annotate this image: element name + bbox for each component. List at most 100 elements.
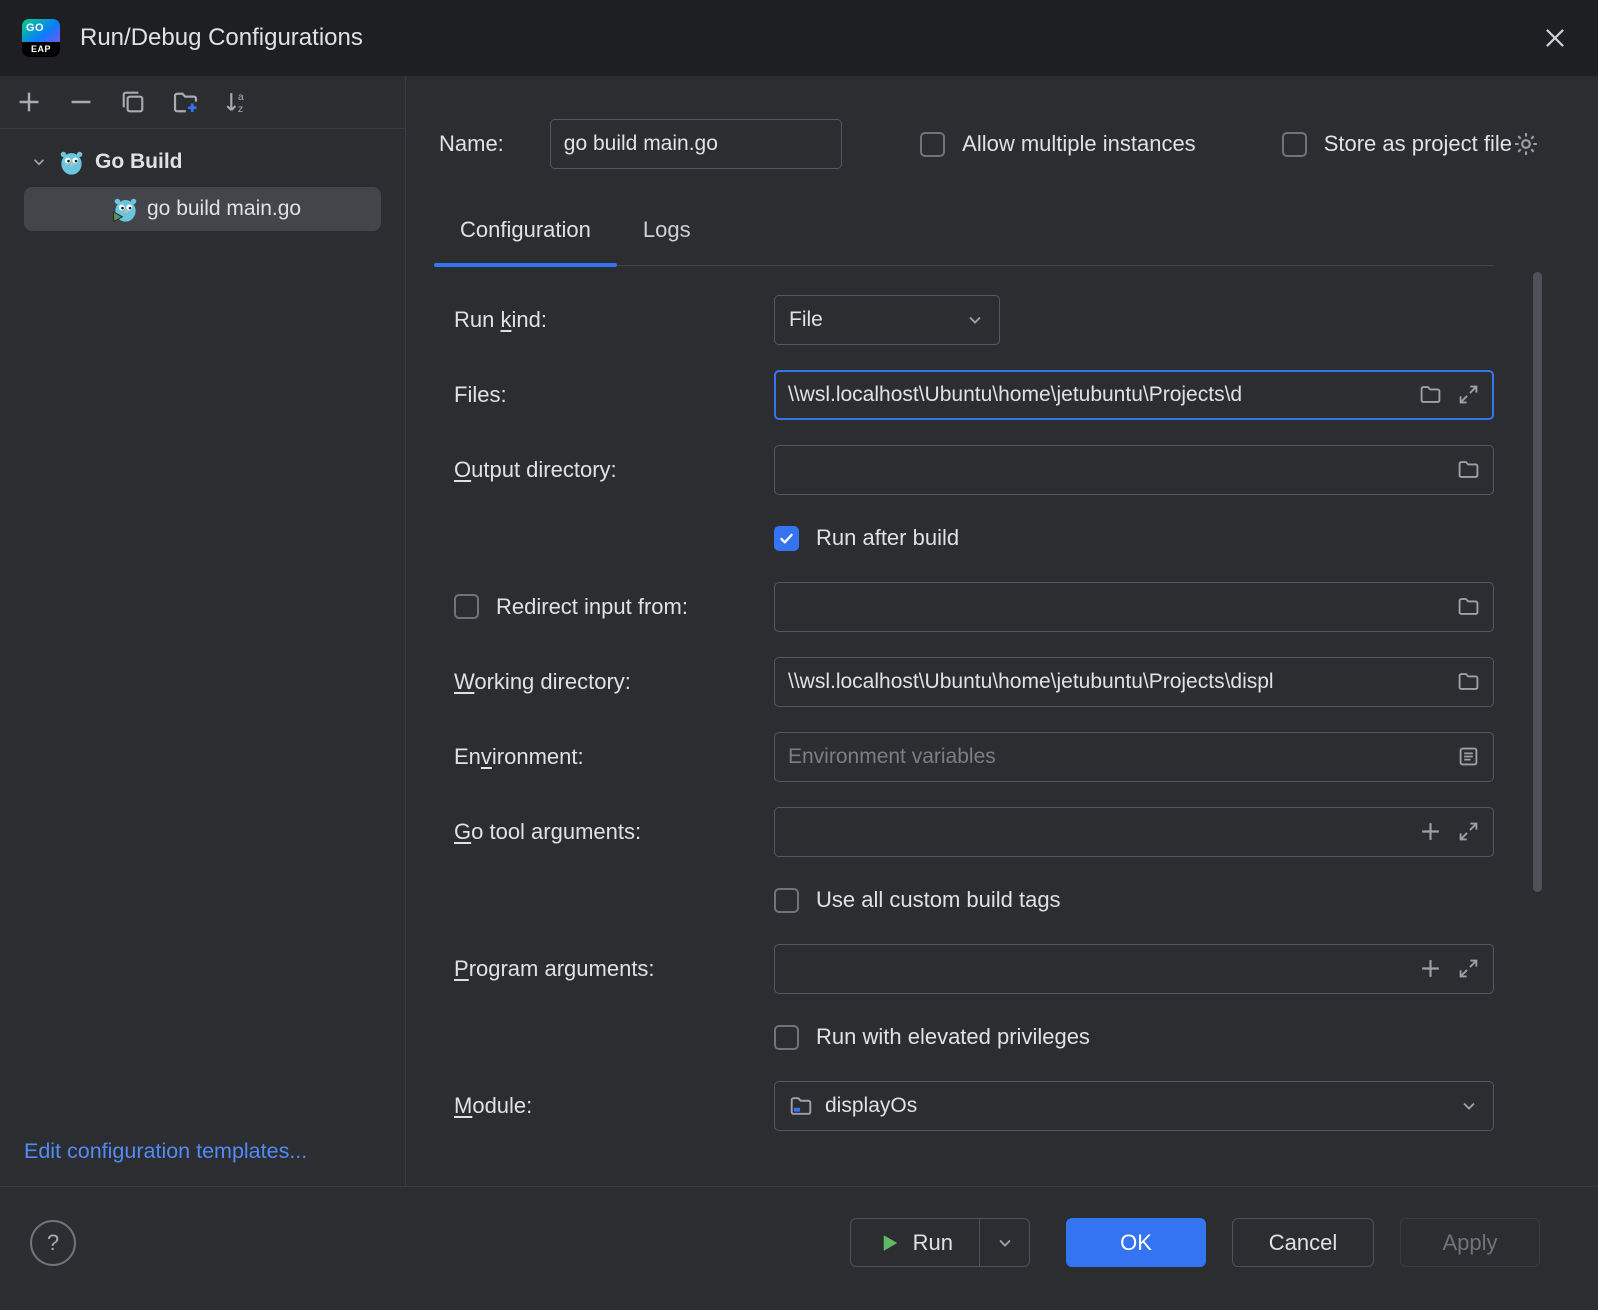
dialog-footer: ? Run OK Cancel Apply [0, 1186, 1598, 1310]
play-icon [877, 1231, 901, 1255]
expand-field-icon[interactable] [1457, 957, 1480, 980]
environment-variables-list-icon[interactable] [1457, 745, 1480, 768]
name-row: Name: Allow multiple instances Store as … [439, 119, 1540, 169]
go-tool-arguments-field-wrapper [774, 806, 1494, 857]
expand-field-icon[interactable] [1457, 383, 1480, 406]
files-label: Files: [454, 381, 507, 407]
cancel-button[interactable]: Cancel [1232, 1218, 1374, 1267]
output-directory-label: Output directory: [454, 456, 617, 482]
tree-group-label: Go Build [95, 150, 183, 173]
new-folder-button[interactable] [170, 87, 200, 117]
go-tool-arguments-label: Go tool arguments: [454, 818, 642, 844]
run-kind-row: Run kind: File [434, 282, 1494, 357]
tab-logs[interactable]: Logs [617, 205, 717, 265]
run-with-elevated-privileges-checkbox[interactable]: Run with elevated privileges [774, 1024, 1090, 1050]
run-after-build-checkbox[interactable]: Run after build [774, 525, 959, 551]
module-folder-icon [789, 1094, 813, 1118]
tab-configuration[interactable]: Configuration [434, 205, 617, 267]
run-debug-configurations-dialog: GO EAP Run/Debug Configurations Go Build… [0, 0, 1598, 1310]
sort-configurations-button[interactable] [222, 87, 252, 117]
store-as-project-file-settings-button[interactable] [1512, 130, 1540, 158]
working-directory-input[interactable] [788, 669, 1442, 694]
checkbox-label: Allow multiple instances [962, 131, 1196, 156]
chevron-down-icon [995, 1233, 1015, 1253]
ok-button[interactable]: OK [1066, 1218, 1206, 1267]
files-input[interactable] [788, 382, 1404, 407]
tabs: Configuration Logs [434, 205, 1494, 267]
chevron-down-icon[interactable] [30, 153, 48, 171]
store-as-project-file-checkbox[interactable]: Store as project file [1281, 131, 1512, 157]
window-title: Run/Debug Configurations [80, 24, 363, 51]
module-row: Module: displayOs [434, 1068, 1494, 1143]
browse-folder-icon[interactable] [1457, 595, 1480, 618]
environment-input[interactable] [788, 744, 1442, 769]
add-icon [16, 89, 42, 115]
checkbox-label: Use all custom build tags [816, 887, 1061, 912]
redirect-input-checkbox[interactable]: Redirect input from: [454, 594, 688, 620]
redirect-input-input[interactable] [788, 594, 1442, 619]
name-input[interactable] [563, 132, 829, 156]
remove-configuration-button[interactable] [66, 87, 96, 117]
output-directory-row: Output directory: [434, 432, 1494, 507]
vertical-scrollbar[interactable] [1533, 272, 1542, 892]
run-kind-select[interactable]: File [774, 294, 1000, 345]
output-directory-input[interactable] [788, 457, 1442, 482]
module-select[interactable]: displayOs [774, 1080, 1494, 1131]
working-directory-row: Working directory: [434, 644, 1494, 719]
checkbox-box [920, 131, 946, 157]
dialog-content: Go Build go build main.go Edit configura… [0, 76, 1598, 1186]
run-kind-value: File [789, 307, 823, 331]
files-field-wrapper [774, 369, 1494, 420]
gear-icon [1512, 130, 1540, 158]
sort-alpha-icon [224, 89, 250, 115]
configurations-tree: Go Build go build main.go [0, 129, 405, 231]
name-label: Name: [439, 131, 504, 156]
name-field-wrapper [549, 119, 843, 169]
run-button[interactable]: Run [851, 1219, 979, 1266]
browse-folder-icon[interactable] [1419, 383, 1442, 406]
output-directory-field-wrapper [774, 444, 1494, 495]
run-options-dropdown-button[interactable] [979, 1219, 1029, 1266]
tree-group-go-build[interactable]: Go Build [0, 139, 405, 185]
allow-multiple-instances-checkbox[interactable]: Allow multiple instances [920, 131, 1196, 157]
working-directory-label: Working directory: [454, 668, 631, 694]
checkbox-box [774, 525, 799, 551]
browse-folder-icon[interactable] [1457, 458, 1480, 481]
custom-build-tags-row: Use all custom build tags [434, 869, 1494, 931]
module-value: displayOs [825, 1093, 918, 1117]
add-configuration-button[interactable] [14, 87, 44, 117]
program-arguments-row: Program arguments: [434, 931, 1494, 1006]
expand-field-icon[interactable] [1457, 820, 1480, 843]
redirect-input-row: Redirect input from: [434, 569, 1494, 644]
new-folder-icon [172, 89, 199, 116]
goland-eap-logo: GO EAP [22, 19, 60, 57]
copy-icon [120, 89, 146, 115]
add-argument-icon[interactable] [1419, 820, 1442, 843]
checkbox-box [1281, 131, 1307, 157]
go-tool-arguments-row: Go tool arguments: [434, 794, 1494, 869]
checkbox-label: Redirect input from: [496, 593, 688, 619]
elevated-privileges-row: Run with elevated privileges [434, 1006, 1494, 1068]
help-button[interactable]: ? [30, 1219, 76, 1266]
program-arguments-label: Program arguments: [454, 955, 655, 981]
files-row: Files: [434, 357, 1494, 432]
add-argument-icon[interactable] [1419, 957, 1442, 980]
go-run-configuration-icon [112, 196, 139, 223]
program-arguments-field-wrapper [774, 943, 1494, 994]
copy-configuration-button[interactable] [118, 87, 148, 117]
titlebar: GO EAP Run/Debug Configurations [0, 0, 1598, 76]
remove-icon [68, 89, 94, 115]
apply-button[interactable]: Apply [1400, 1218, 1540, 1267]
sidebar-toolbar [0, 76, 405, 129]
check-icon [778, 530, 795, 547]
tree-item-go-build-main-go[interactable]: go build main.go [24, 187, 381, 231]
environment-field-wrapper [774, 731, 1494, 782]
browse-folder-icon[interactable] [1457, 670, 1480, 693]
edit-configuration-templates-link[interactable]: Edit configuration templates... [24, 1139, 307, 1164]
use-all-custom-build-tags-checkbox[interactable]: Use all custom build tags [774, 887, 1061, 913]
close-button[interactable] [1534, 17, 1576, 59]
question-mark-icon: ? [46, 1229, 60, 1255]
program-arguments-input[interactable] [788, 956, 1404, 981]
checkbox-box [774, 1024, 799, 1050]
go-tool-arguments-input[interactable] [788, 819, 1404, 844]
